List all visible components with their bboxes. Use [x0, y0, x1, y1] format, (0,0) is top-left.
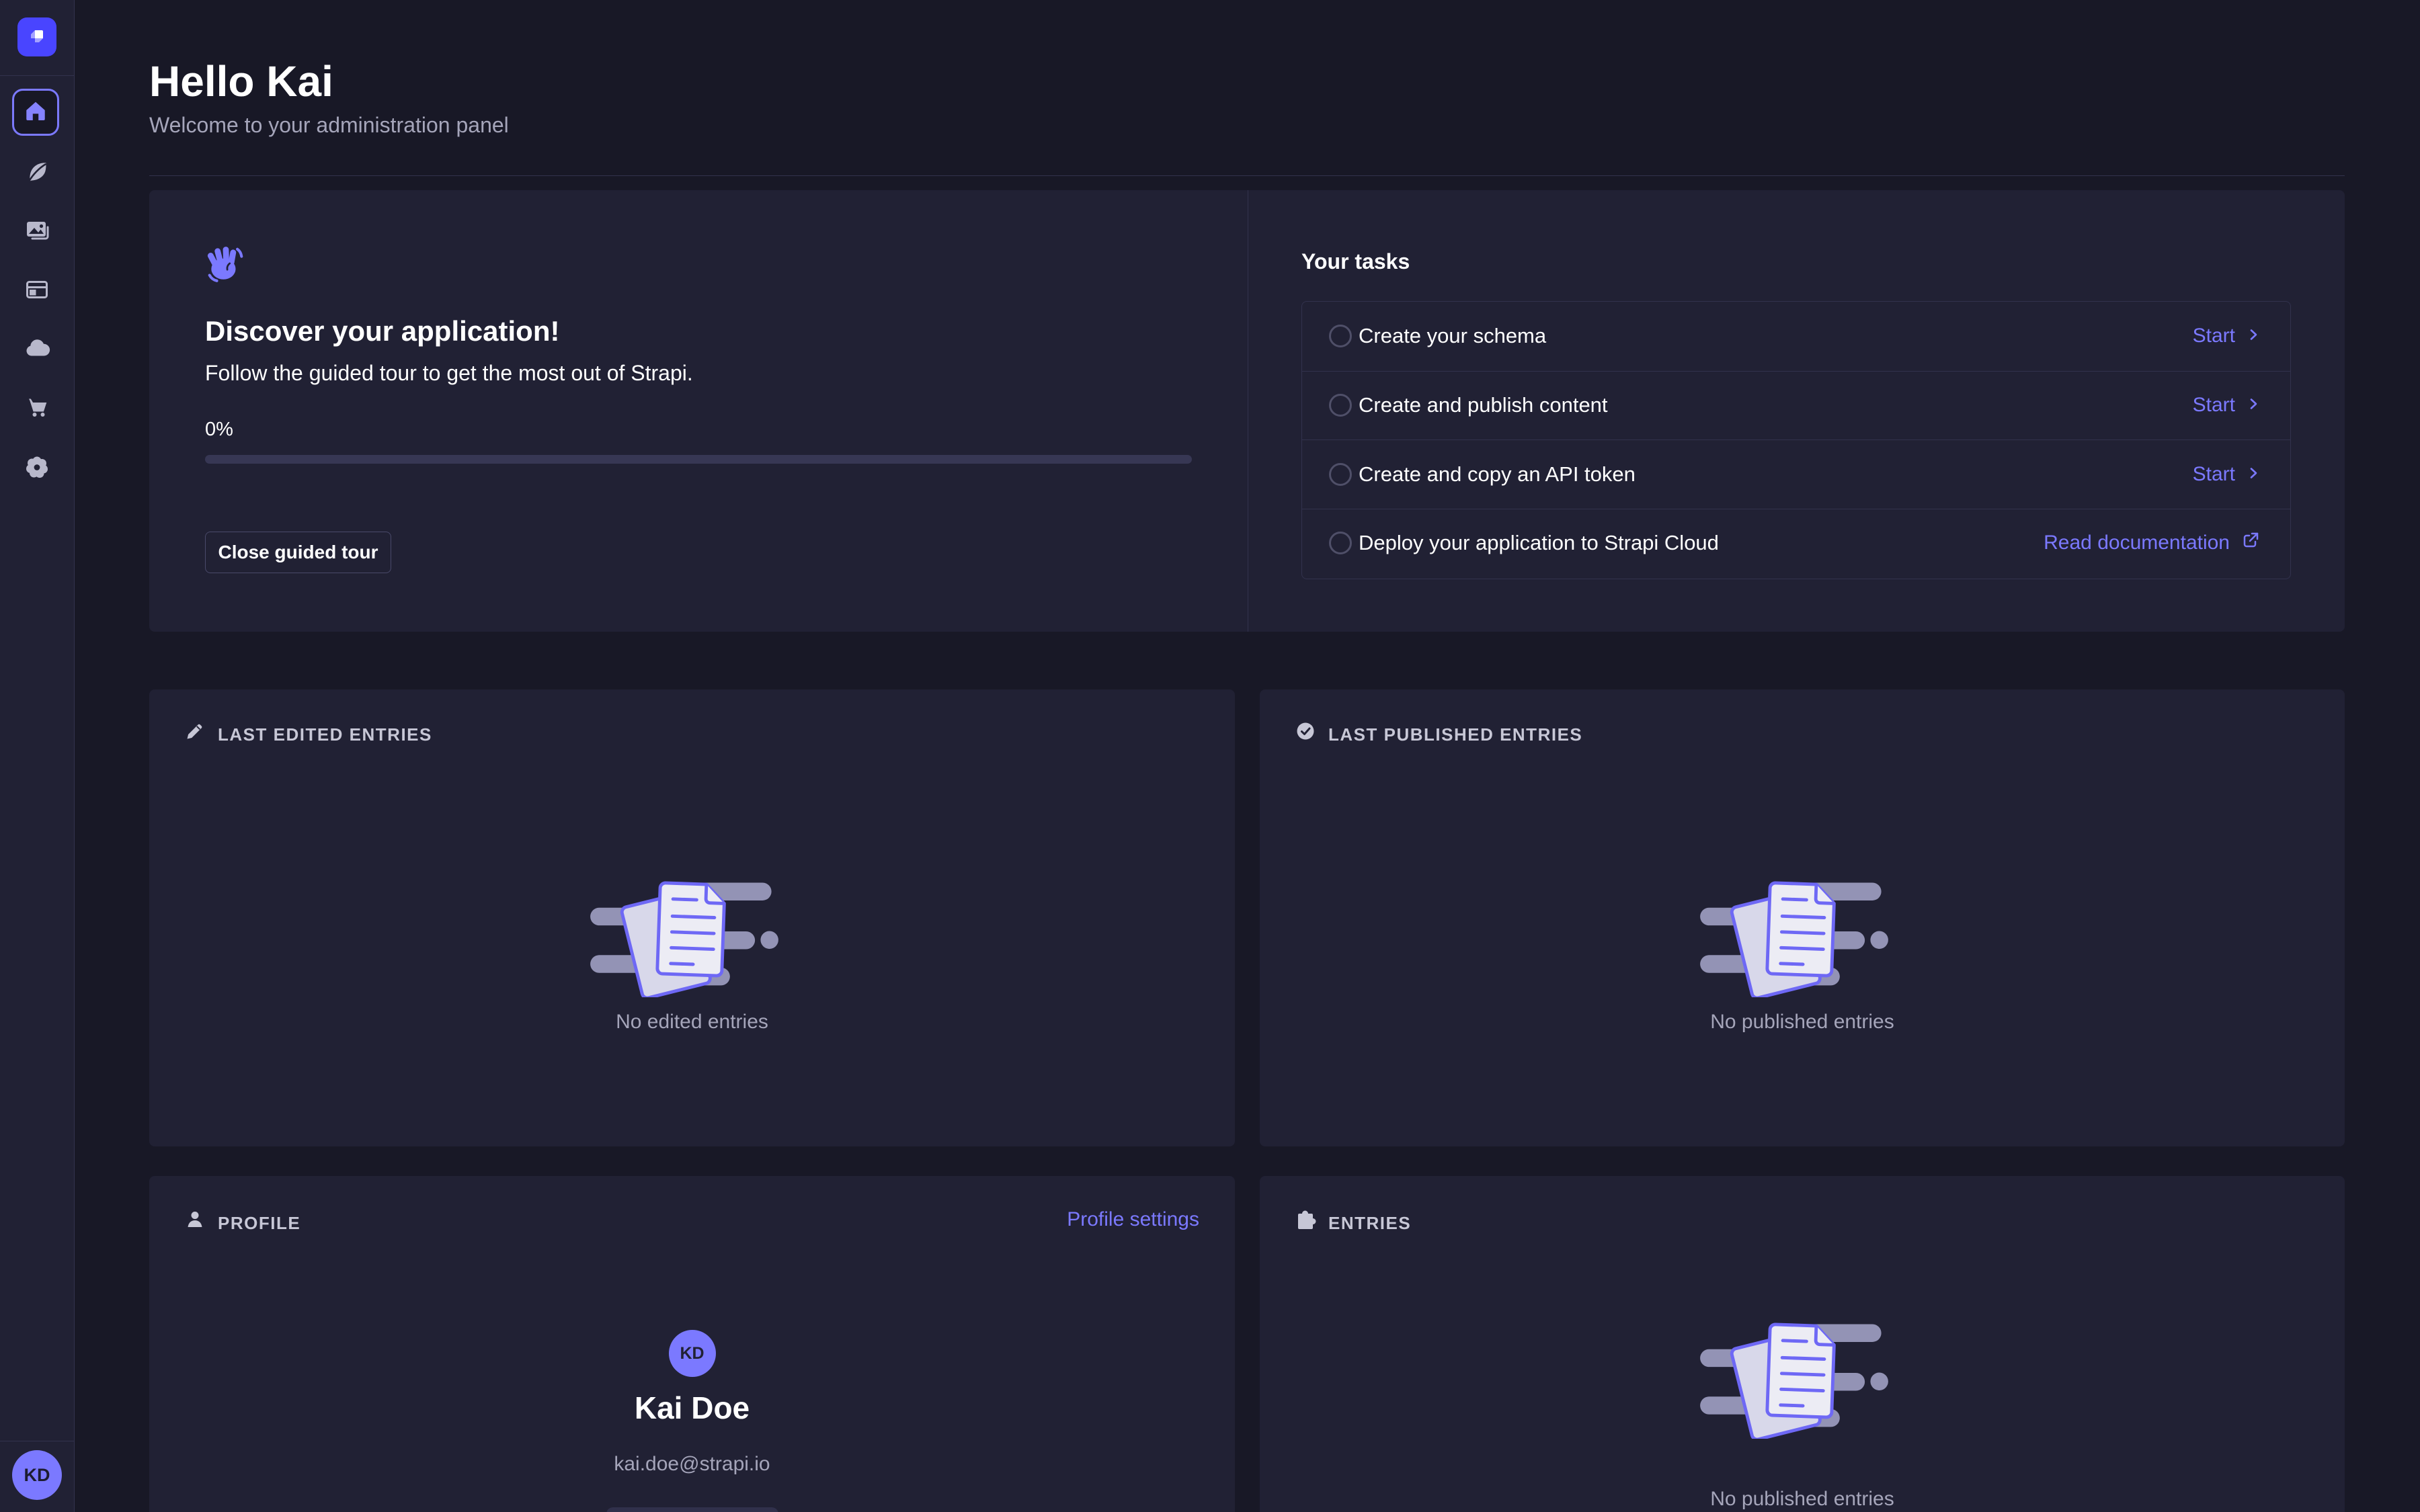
- waving-hand-icon: [205, 244, 245, 284]
- task-row-create-schema: Create your schema Start: [1302, 302, 2290, 371]
- read-documentation-link[interactable]: Read documentation: [2044, 530, 2261, 556]
- task-status-circle-icon: [1329, 394, 1352, 417]
- gear-icon: [24, 454, 50, 484]
- strapi-logo-icon: [26, 24, 48, 50]
- tasks-list: Create your schema Start Create and publ…: [1301, 301, 2291, 579]
- puzzle-icon: [1294, 1208, 1317, 1231]
- guided-tour-subtitle: Follow the guided tour to get the most o…: [205, 361, 693, 386]
- sidebar-item-settings[interactable]: [24, 455, 50, 482]
- layout-icon: [24, 276, 50, 306]
- person-icon: [184, 1208, 206, 1231]
- home-icon: [23, 98, 48, 127]
- pencil-icon: [184, 720, 206, 743]
- profile-settings-link[interactable]: Profile settings: [1067, 1208, 1199, 1231]
- task-label: Create and publish content: [1359, 393, 1608, 417]
- close-guided-tour-button[interactable]: Close guided tour: [205, 532, 391, 573]
- guided-tour-title: Discover your application!: [205, 315, 559, 347]
- sidebar: KD: [0, 0, 75, 1512]
- last-edited-entries-card: LAST EDITED ENTRIES: [149, 689, 1235, 1146]
- sidebar-item-cloud[interactable]: [24, 337, 50, 364]
- feather-icon: [24, 159, 50, 189]
- profile-avatar: KD: [669, 1330, 716, 1377]
- sidebar-item-content-manager[interactable]: [24, 160, 50, 187]
- task-row-deploy-cloud: Deploy your application to Strapi Cloud …: [1302, 509, 2290, 578]
- task-status-circle-icon: [1329, 532, 1352, 554]
- task-start-link[interactable]: Start: [2193, 394, 2261, 417]
- empty-state-text: No published entries: [1260, 1011, 2345, 1034]
- sidebar-item-media-library[interactable]: [24, 218, 50, 245]
- task-row-api-token: Create and copy an API token Start: [1302, 439, 2290, 509]
- guided-tour-progress-label: 0%: [205, 419, 233, 441]
- chevron-right-icon: [2246, 394, 2261, 417]
- profile-name: Kai Doe: [149, 1390, 1235, 1426]
- profile-email: kai.doe@strapi.io: [149, 1453, 1235, 1476]
- sidebar-item-marketplace[interactable]: [24, 396, 50, 423]
- last-published-entries-card: LAST PUBLISHED ENTRIES: [1260, 689, 2345, 1146]
- cloud-icon: [24, 335, 50, 366]
- check-circle-icon: [1294, 720, 1317, 743]
- entries-card: ENTRIES: [1260, 1176, 2345, 1512]
- empty-documents-illustration: [588, 866, 797, 997]
- external-link-icon: [2241, 530, 2261, 556]
- empty-state-text: No edited entries: [149, 1011, 1235, 1034]
- chevron-right-icon: [2246, 325, 2261, 347]
- task-start-link[interactable]: Start: [2193, 463, 2261, 486]
- empty-documents-illustration: [1697, 866, 1907, 997]
- guided-tour-card: Discover your application! Follow the gu…: [149, 190, 2345, 632]
- widget-title: LAST EDITED ENTRIES: [218, 724, 432, 745]
- page-title: Hello Kai: [149, 56, 333, 106]
- sidebar-item-content-type-builder[interactable]: [24, 278, 50, 304]
- widget-title: PROFILE: [218, 1213, 300, 1234]
- task-label: Create your schema: [1359, 324, 1546, 348]
- strapi-admin-dashboard: KD Hello Kai Welcome to your administrat…: [0, 0, 2420, 1512]
- strapi-logo[interactable]: [17, 17, 56, 56]
- header-divider: [149, 175, 2345, 176]
- profile-card: PROFILE Profile settings KD Kai Doe kai.…: [149, 1176, 1235, 1512]
- task-label: Deploy your application to Strapi Cloud: [1359, 531, 1719, 555]
- widget-title: ENTRIES: [1328, 1213, 1411, 1234]
- empty-documents-illustration: [1697, 1307, 1907, 1439]
- chevron-right-icon: [2246, 463, 2261, 486]
- task-row-publish-content: Create and publish content Start: [1302, 371, 2290, 440]
- sidebar-item-home[interactable]: [12, 89, 59, 136]
- images-icon: [24, 217, 50, 247]
- user-avatar[interactable]: KD: [12, 1450, 62, 1500]
- your-tasks-title: Your tasks: [1301, 249, 1410, 274]
- sidebar-divider-top: [0, 75, 74, 76]
- task-label: Create and copy an API token: [1359, 462, 1636, 487]
- cart-icon: [24, 394, 50, 425]
- guided-tour-progress-bar: [205, 455, 1192, 464]
- task-status-circle-icon: [1329, 325, 1352, 347]
- profile-role-badge-partial: [606, 1507, 778, 1512]
- task-start-link[interactable]: Start: [2193, 325, 2261, 347]
- task-status-circle-icon: [1329, 463, 1352, 486]
- page-subtitle: Welcome to your administration panel: [149, 113, 509, 138]
- widget-title: LAST PUBLISHED ENTRIES: [1328, 724, 1582, 745]
- empty-state-text: No published entries: [1260, 1488, 2345, 1511]
